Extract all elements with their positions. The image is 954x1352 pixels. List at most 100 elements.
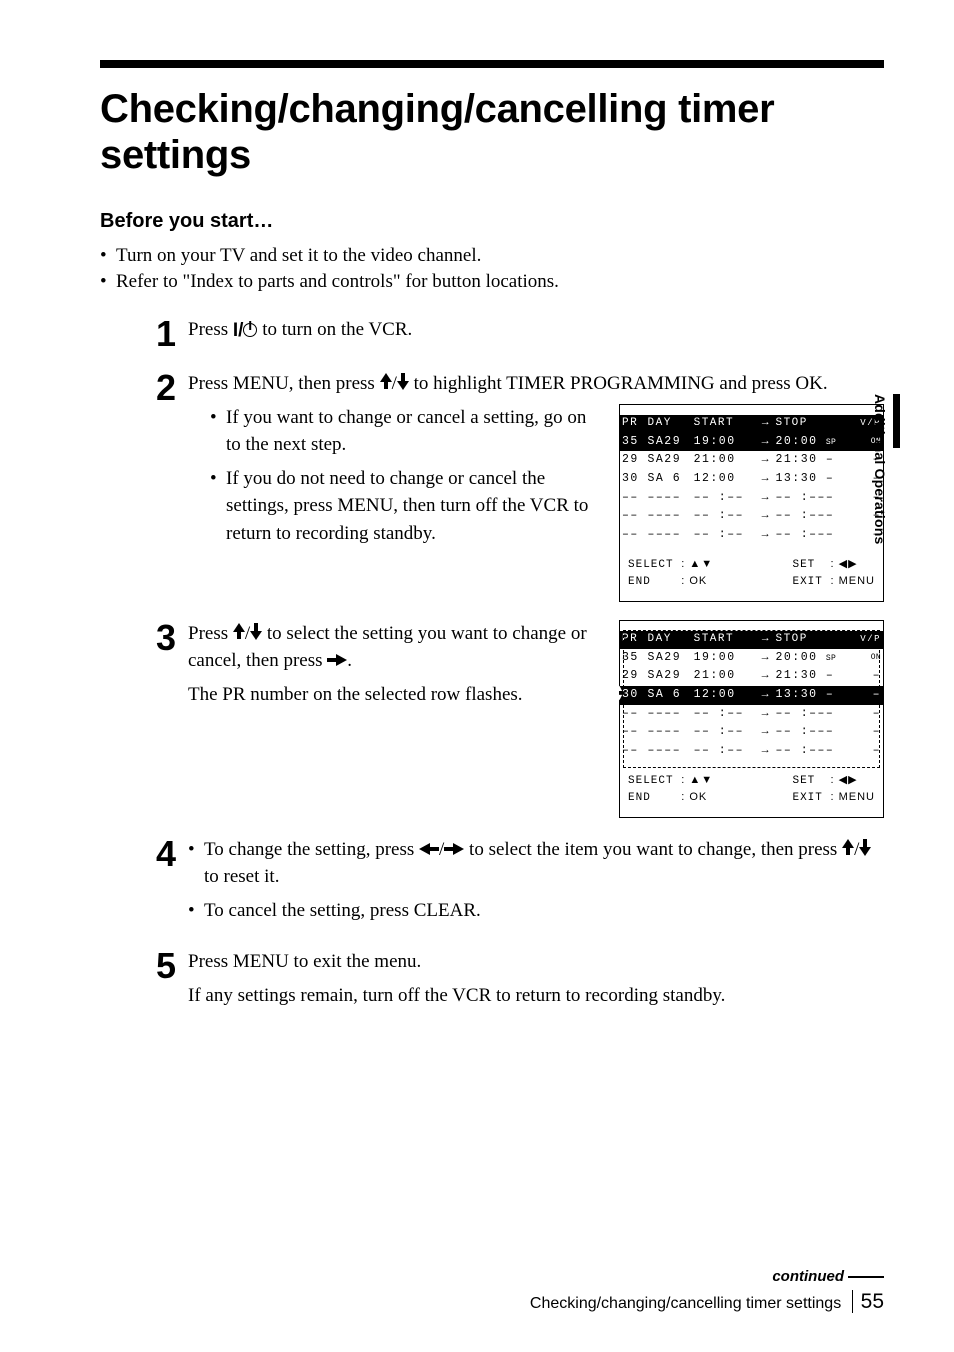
page-number: 55 xyxy=(852,1290,884,1313)
cell: → xyxy=(758,507,773,526)
step2-list: If you want to change or cancel a settin… xyxy=(210,404,601,548)
cell: 29 xyxy=(620,451,646,470)
symbol: : MENU xyxy=(831,575,876,587)
cell: SA29 xyxy=(646,649,692,668)
text: To change the setting, press xyxy=(204,839,419,860)
osd-footer: SELECT : ▲▼ END : OK SET : ◀▶ EXIT : MEN… xyxy=(620,551,883,593)
cell: → xyxy=(758,667,773,686)
cell: –––– xyxy=(646,742,692,761)
right-arrow-icon xyxy=(444,843,464,855)
step-body: Press I/ to turn on the VCR. xyxy=(188,316,884,351)
text: The PR number on the selected row flashe… xyxy=(188,681,601,709)
cell: – xyxy=(826,453,834,466)
label: SELECT xyxy=(628,559,674,571)
step-number: 3 xyxy=(156,620,184,656)
cell: –– :––– xyxy=(773,489,852,508)
text: to select the item you want to change, t… xyxy=(464,839,842,860)
col-stop: STOP xyxy=(773,631,852,649)
label: SET xyxy=(792,775,815,787)
tab-label: Additional Operations xyxy=(872,394,888,544)
cell: 35 xyxy=(620,433,646,452)
text: to highlight TIMER PROGRAMMING and press… xyxy=(409,373,828,394)
label: EXIT xyxy=(792,576,822,588)
step-body: Press / to select the setting you want t… xyxy=(188,620,884,818)
step-number: 2 xyxy=(156,370,184,406)
cell: –– :–– xyxy=(692,507,759,526)
cell: SA 6 xyxy=(646,470,692,489)
left-arrow-icon xyxy=(419,843,439,855)
text: Press MENU to exit the menu. xyxy=(188,948,884,976)
cell: –––– xyxy=(646,705,692,724)
osd-screen-1: PR DAY START → STOP V/P 35 SA29 19:00 xyxy=(619,404,884,602)
osd-screen-2: PR DAY START → STOP V/P 35 SA29 19:00 xyxy=(619,620,884,818)
symbol: : ◀▶ xyxy=(831,558,858,570)
power-button-label: I/ xyxy=(233,317,244,345)
cell: 12:00 xyxy=(692,470,759,489)
col-day: DAY xyxy=(646,631,692,649)
cell: 13:30 xyxy=(775,688,817,701)
power-icon xyxy=(243,323,257,337)
up-arrow-icon xyxy=(233,623,245,639)
step-1: 1 Press I/ to turn on the VCR. xyxy=(156,316,884,352)
label: EXIT xyxy=(792,792,822,804)
down-arrow-icon xyxy=(250,623,262,639)
text: Press xyxy=(188,623,233,644)
text: If any settings remain, turn off the VCR… xyxy=(188,982,884,1010)
cell: SA 6 xyxy=(646,686,692,705)
cell: 35 xyxy=(620,649,646,668)
cell: 19:00 xyxy=(692,649,759,668)
cell: 21:00 xyxy=(692,451,759,470)
before-list: Turn on your TV and set it to the video … xyxy=(100,243,884,294)
step-body: Press MENU to exit the menu. If any sett… xyxy=(188,948,884,1015)
tab-marker xyxy=(893,394,900,448)
step-number: 5 xyxy=(156,948,184,984)
cell: 30 xyxy=(620,470,646,489)
page-title: Checking/changing/cancelling timer setti… xyxy=(100,86,884,178)
text: Press MENU, then press xyxy=(188,373,380,394)
list-item: If you do not need to change or cancel t… xyxy=(210,465,601,548)
cell: → xyxy=(758,451,773,470)
before-item: Turn on your TV and set it to the video … xyxy=(100,243,884,269)
cell: → xyxy=(758,489,773,508)
cell: –– :––– xyxy=(773,723,852,742)
before-item: Refer to "Index to parts and controls" f… xyxy=(100,269,884,295)
cell: → xyxy=(758,433,773,452)
label: SELECT xyxy=(628,775,674,787)
cell: SA29 xyxy=(646,667,692,686)
symbol: : ◀▶ xyxy=(831,774,858,786)
cell: – xyxy=(853,742,883,761)
cell: –– :––– xyxy=(773,705,852,724)
cell: – xyxy=(826,669,834,682)
continued-label: continued xyxy=(772,1268,844,1285)
step-3: 3 Press / to select the setting you want… xyxy=(156,620,884,818)
label: END xyxy=(628,792,651,804)
manual-page: Checking/changing/cancelling timer setti… xyxy=(0,0,954,1352)
cell: 21:00 xyxy=(692,667,759,686)
before-heading: Before you start… xyxy=(100,210,884,233)
col-start: START xyxy=(692,415,759,433)
cell: → xyxy=(758,705,773,724)
cell: –––– xyxy=(646,507,692,526)
list-item: If you want to change or cancel a settin… xyxy=(210,404,601,459)
col-start: START xyxy=(692,631,759,649)
right-arrow-icon xyxy=(327,654,347,666)
page-footer: continued Checking/changing/cancelling t… xyxy=(100,1268,884,1314)
cell: → xyxy=(758,649,773,668)
col-pr: PR xyxy=(620,631,646,649)
down-arrow-icon xyxy=(859,839,871,855)
cell: SP xyxy=(826,438,836,447)
cell: –– :–– xyxy=(692,526,759,545)
before-text: Before you start xyxy=(100,210,253,232)
cell: –– xyxy=(620,742,646,761)
cell: 20:00 xyxy=(775,435,817,448)
cell: SA29 xyxy=(646,433,692,452)
cell: –– xyxy=(620,526,646,545)
cell: – xyxy=(853,667,883,686)
col-vp: V/P xyxy=(853,631,883,649)
cell: → xyxy=(758,526,773,545)
col-stop: STOP xyxy=(773,415,852,433)
cell: – xyxy=(853,686,883,705)
cell: –– xyxy=(620,723,646,742)
text: to select the setting you want to change… xyxy=(188,623,587,672)
cell: –– xyxy=(620,507,646,526)
